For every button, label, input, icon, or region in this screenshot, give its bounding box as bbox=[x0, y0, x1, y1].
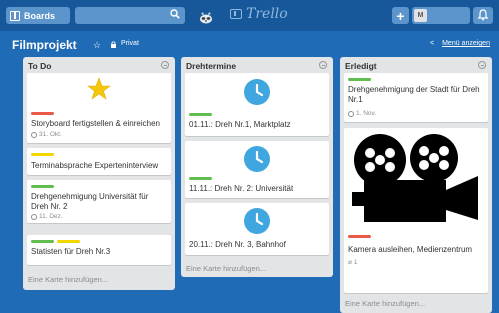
notifications-button[interactable] bbox=[473, 7, 493, 24]
clock-icon bbox=[31, 131, 37, 138]
board-title[interactable]: Filmprojekt bbox=[12, 38, 77, 52]
chevron-left-icon: < bbox=[430, 40, 435, 47]
clock-cover-icon bbox=[244, 208, 270, 234]
card[interactable]: Terminabsprache Experteninterview bbox=[27, 148, 171, 175]
card-title: Terminabsprache Experteninterview bbox=[31, 161, 159, 170]
due-date-badge: 11. Dez. bbox=[31, 213, 63, 220]
search-icon[interactable] bbox=[170, 9, 180, 19]
card[interactable]: Drehgenehmigung der Stadt für Dreh Nr.1 … bbox=[344, 73, 488, 122]
label-green bbox=[31, 185, 54, 188]
card[interactable]: Kamera ausleihen, Medienzentrum ⌀ 1 bbox=[344, 128, 488, 293]
card[interactable]: 20.11.: Dreh Nr. 3, Bahnhof bbox=[185, 203, 329, 255]
card-title: Drehgenehmigung der Stadt für Dreh Nr.1 bbox=[348, 85, 480, 104]
trello-logo-icon bbox=[230, 9, 242, 19]
add-card-link[interactable]: Eine Karte hinzufügen... bbox=[28, 275, 108, 284]
card[interactable]: 11.11.: Dreh Nr. 2: Universität bbox=[185, 141, 329, 198]
taco-mascot-icon[interactable] bbox=[199, 11, 213, 24]
paperclip-icon: ⌀ bbox=[348, 259, 352, 266]
boards-icon bbox=[10, 10, 20, 21]
list-header: Erledigt bbox=[340, 57, 492, 73]
label-red bbox=[348, 235, 371, 238]
card[interactable]: Statisten für Dreh Nr.3 bbox=[27, 235, 171, 265]
list-menu-icon[interactable] bbox=[161, 61, 169, 69]
card-title: Drehgenehmigung Universität für Dreh Nr.… bbox=[31, 192, 149, 211]
card-title: Storyboard fertigstellen & einreichen bbox=[31, 119, 160, 128]
list-menu-icon[interactable] bbox=[319, 61, 327, 69]
lock-icon bbox=[111, 41, 116, 48]
list-title[interactable]: Drehtermine bbox=[186, 61, 236, 71]
boards-label: Boards bbox=[24, 10, 56, 21]
top-bar: Boards Trello + M bbox=[0, 0, 499, 31]
bell-icon bbox=[477, 9, 489, 21]
card-title: Statisten für Dreh Nr.3 bbox=[31, 247, 111, 256]
star-icon[interactable]: ☆ bbox=[93, 40, 101, 51]
list-todo: To Do Storyboard fertigstellen & einreic… bbox=[23, 57, 175, 290]
label-green bbox=[189, 177, 212, 180]
film-camera-cover-icon bbox=[352, 134, 478, 222]
label-yellow bbox=[57, 240, 80, 243]
trello-logo[interactable]: Trello bbox=[230, 6, 288, 22]
list-menu-icon[interactable] bbox=[478, 61, 486, 69]
list-title[interactable]: Erledigt bbox=[345, 61, 377, 71]
label-red bbox=[31, 112, 54, 115]
list-header: To Do bbox=[23, 57, 175, 73]
list-header: Drehtermine bbox=[181, 57, 333, 73]
clock-cover-icon bbox=[244, 146, 270, 172]
clock-cover-icon bbox=[244, 79, 270, 105]
star-cover-icon bbox=[87, 77, 111, 100]
show-menu-link[interactable]: < Menü anzeigen bbox=[430, 40, 490, 47]
clock-icon bbox=[31, 213, 37, 220]
list-erledigt: Erledigt Drehgenehmigung der Stadt für D… bbox=[340, 57, 492, 313]
add-card-link[interactable]: Eine Karte hinzufügen... bbox=[345, 299, 425, 308]
user-menu-button[interactable]: M bbox=[412, 7, 470, 24]
card[interactable]: Storyboard fertigstellen & einreichen 31… bbox=[27, 73, 171, 143]
list-drehtermine: Drehtermine 01.11.: Dreh Nr.1, Marktplat… bbox=[181, 57, 333, 277]
add-card-link[interactable]: Eine Karte hinzufügen... bbox=[186, 264, 266, 273]
card-title: Kamera ausleihen, Medienzentrum bbox=[348, 245, 473, 254]
label-yellow bbox=[31, 153, 54, 156]
due-date-badge: 31. Okt. bbox=[31, 131, 62, 138]
avatar: M bbox=[414, 9, 427, 22]
card-title: 01.11.: Dreh Nr.1, Marktplatz bbox=[189, 120, 291, 129]
add-button[interactable]: + bbox=[392, 7, 409, 24]
due-date-badge: 1. Nov. bbox=[348, 110, 376, 117]
label-green bbox=[189, 113, 212, 116]
search-input[interactable] bbox=[75, 7, 185, 24]
clock-icon bbox=[348, 110, 354, 117]
card[interactable]: 01.11.: Dreh Nr.1, Marktplatz bbox=[185, 73, 329, 136]
logo-text: Trello bbox=[246, 6, 288, 22]
card-title: 20.11.: Dreh Nr. 3, Bahnhof bbox=[189, 240, 286, 249]
label-green bbox=[31, 240, 54, 243]
card[interactable]: Drehgenehmigung Universität für Dreh Nr.… bbox=[27, 180, 171, 223]
visibility-label[interactable]: Privat bbox=[121, 40, 139, 47]
attachment-badge: ⌀ 1 bbox=[348, 258, 358, 267]
label-green bbox=[348, 78, 371, 81]
boards-button[interactable]: Boards bbox=[6, 7, 70, 24]
list-title[interactable]: To Do bbox=[28, 61, 51, 71]
card-title: 11.11.: Dreh Nr. 2: Universität bbox=[189, 184, 294, 193]
